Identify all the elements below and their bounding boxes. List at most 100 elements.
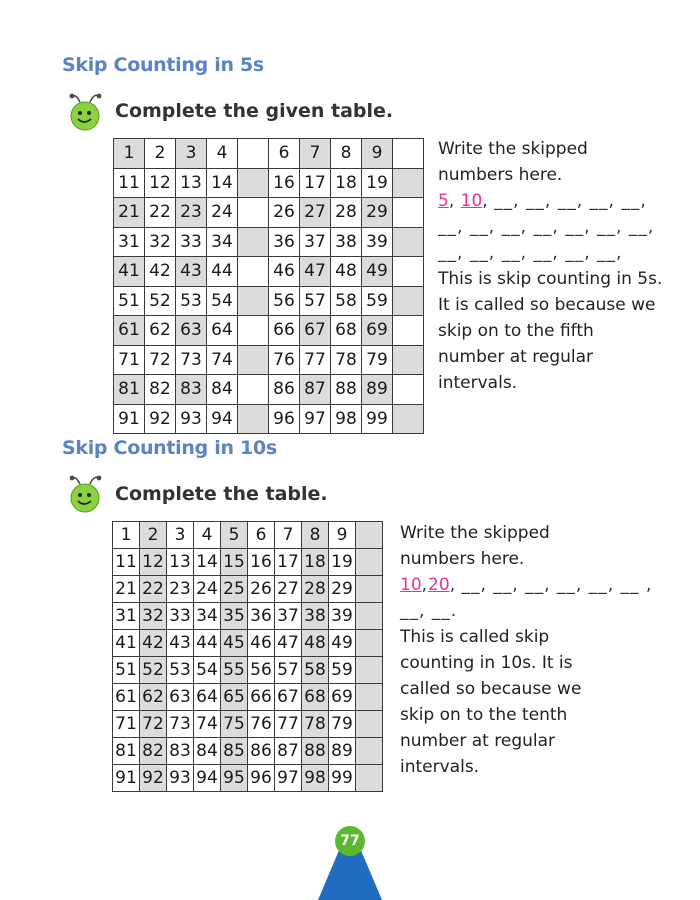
table-row: 123456789 <box>112 521 383 549</box>
number-cell: 45 <box>220 629 248 657</box>
number-cell: 92 <box>144 403 176 434</box>
number-cell: 52 <box>144 285 176 316</box>
number-cell: 74 <box>206 344 238 375</box>
side-heading-line: numbers here. <box>438 165 563 185</box>
number-cell <box>392 138 424 169</box>
number-cell: 3 <box>166 521 194 549</box>
number-cell: 71 <box>112 710 140 738</box>
number-cell: 8 <box>330 138 362 169</box>
number-cell: 39 <box>361 226 393 257</box>
number-cell: 68 <box>301 683 329 711</box>
number-cell: 11 <box>112 548 140 576</box>
number-cell <box>355 548 383 576</box>
table-row: 51 52 53 54 55 56 57 58 59 <box>112 656 383 684</box>
number-cell: 24 <box>193 575 221 603</box>
number-cell: 54 <box>206 285 238 316</box>
table-row: 11 12 13 14 16 17 18 19 <box>113 167 424 198</box>
number-cell <box>392 315 424 346</box>
number-cell <box>355 764 383 792</box>
number-cell: 14 <box>193 548 221 576</box>
number-cell: 26 <box>247 575 275 603</box>
side-heading-line: Write the skipped <box>438 139 588 159</box>
number-cell: 42 <box>139 629 167 657</box>
number-cell: 83 <box>166 737 194 765</box>
bug-mascot-icon <box>69 475 102 513</box>
number-cell: 23 <box>175 197 207 228</box>
number-cell: 63 <box>166 683 194 711</box>
number-cell <box>237 167 269 198</box>
number-cell: 17 <box>274 548 302 576</box>
number-cell <box>355 521 383 549</box>
number-cell: 99 <box>361 403 393 434</box>
number-cell: 63 <box>175 315 207 346</box>
number-cell: 51 <box>113 285 145 316</box>
table-row: 21 22 23 24 25 26 27 28 29 <box>112 575 383 603</box>
number-cell: 54 <box>193 656 221 684</box>
table-row: 61 62 63 64 66 67 68 69 <box>113 315 424 346</box>
number-cell: 37 <box>274 602 302 630</box>
number-cell: 53 <box>166 656 194 684</box>
number-cell <box>392 403 424 434</box>
number-cell: 86 <box>268 374 300 405</box>
number-cell: 61 <box>113 315 145 346</box>
number-cell: 15 <box>220 548 248 576</box>
number-cell: 21 <box>112 575 140 603</box>
number-cell <box>355 737 383 765</box>
table-row: 81 82 83 84 85 86 87 88 89 <box>112 737 383 765</box>
number-cell: 26 <box>268 197 300 228</box>
number-cell: 96 <box>268 403 300 434</box>
number-cell: 36 <box>268 226 300 257</box>
side-heading-line: numbers here. <box>400 549 525 569</box>
number-cell: 38 <box>330 226 362 257</box>
number-cell: 68 <box>330 315 362 346</box>
number-cell: 34 <box>193 602 221 630</box>
number-cell: 62 <box>144 315 176 346</box>
number-cell: 27 <box>299 197 331 228</box>
number-cell: 78 <box>330 344 362 375</box>
explanation-line: It is called so because we <box>438 295 656 315</box>
number-cell: 38 <box>301 602 329 630</box>
number-cell: 91 <box>113 403 145 434</box>
number-cell: 17 <box>299 167 331 198</box>
number-cell: 82 <box>144 374 176 405</box>
number-cell: 43 <box>175 256 207 287</box>
number-cell: 98 <box>301 764 329 792</box>
blank-line: __, __, __, __, __, __, __, <box>438 217 655 237</box>
number-cell: 89 <box>361 374 393 405</box>
number-cell: 49 <box>361 256 393 287</box>
number-cell: 36 <box>247 602 275 630</box>
table-row: 81 82 83 84 86 87 88 89 <box>113 374 424 405</box>
number-cell: 58 <box>301 656 329 684</box>
number-cell: 19 <box>328 548 356 576</box>
section-1-instruction: Complete the given table. <box>115 100 394 122</box>
page-number: 77 <box>335 826 365 856</box>
number-cell: 55 <box>220 656 248 684</box>
number-cell <box>237 403 269 434</box>
number-cell: 56 <box>247 656 275 684</box>
number-cell: 2 <box>139 521 167 549</box>
number-cell: 47 <box>299 256 331 287</box>
number-cell: 25 <box>220 575 248 603</box>
number-cell <box>392 285 424 316</box>
number-cell: 33 <box>175 226 207 257</box>
number-cell: 46 <box>247 629 275 657</box>
explanation-line: counting in 10s. It is <box>400 653 573 673</box>
answer-value: 5 <box>438 191 449 211</box>
number-cell: 18 <box>330 167 362 198</box>
section-2-side-notes: Write the skipped numbers here. 10,20, _… <box>400 520 652 780</box>
number-cell <box>392 256 424 287</box>
number-cell: 57 <box>299 285 331 316</box>
number-cell: 32 <box>144 226 176 257</box>
number-cell: 62 <box>139 683 167 711</box>
number-cell: 46 <box>268 256 300 287</box>
number-cell: 28 <box>301 575 329 603</box>
table-row: 61 62 63 64 65 66 67 68 69 <box>112 683 383 711</box>
number-cell: 76 <box>268 344 300 375</box>
number-cell: 21 <box>113 197 145 228</box>
number-cell <box>355 629 383 657</box>
number-cell: 79 <box>361 344 393 375</box>
answer-value: 10 <box>460 191 483 211</box>
number-cell: 64 <box>206 315 238 346</box>
number-cell: 96 <box>247 764 275 792</box>
number-cell: 81 <box>113 374 145 405</box>
